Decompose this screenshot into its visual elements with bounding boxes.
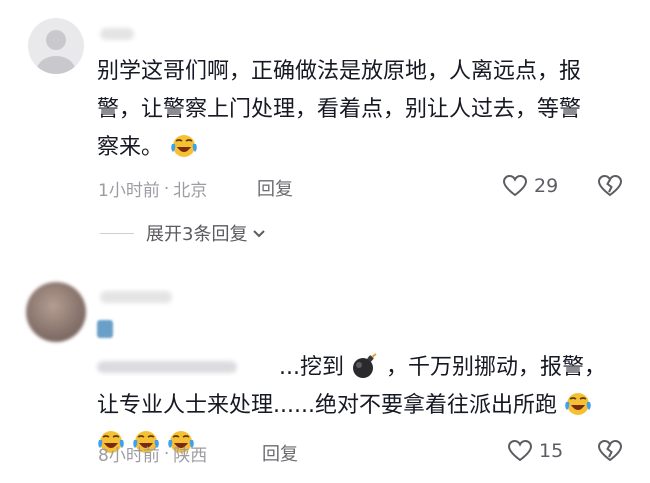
divider-line	[100, 232, 134, 234]
comment-line: 警，让警察上门处理，看着点，别让人过去，等警	[97, 97, 582, 122]
timestamp: 8小时前	[98, 446, 160, 466]
heart-outline-icon	[507, 439, 533, 462]
avatar[interactable]	[26, 282, 86, 342]
default-avatar-icon	[37, 30, 75, 74]
reply-button[interactable]: 回复	[262, 440, 298, 466]
reply-to-user-blurred[interactable]	[97, 311, 272, 387]
comment-1: 别学这哥们啊，正确做法是放原地，人离远点，报 警，让警察上门处理，看着点，别让人…	[0, 0, 650, 260]
bomb-emoji	[352, 353, 377, 378]
chevron-down-icon	[253, 230, 266, 238]
comment-text: 别学这哥们啊，正确做法是放原地，人离远点，报 警，让警察上门处理，看着点，别让人…	[97, 53, 637, 167]
like-count: 15	[539, 440, 564, 462]
reply-to-username-placeholder	[97, 361, 237, 373]
location: 北京	[173, 181, 208, 201]
expand-replies-button[interactable]: 展开3条回复	[100, 220, 267, 246]
reply-button[interactable]: 回复	[257, 175, 293, 201]
heart-outline-icon	[502, 174, 528, 197]
username-blurred[interactable]	[100, 28, 134, 40]
laugh-cry-emoji	[171, 135, 197, 157]
username-blurred[interactable]	[100, 291, 172, 303]
comment-line: 别学这哥们啊，正确做法是放原地，人离远点，报	[97, 59, 582, 84]
comment-line: ...挖到 ，千万别挪动，报警，	[97, 311, 637, 387]
broken-heart-icon	[597, 439, 623, 462]
expand-label: 展开3条回复	[146, 224, 248, 245]
dislike-button[interactable]	[597, 439, 623, 467]
comment-line: 察来。	[97, 129, 637, 167]
like-count: 29	[534, 175, 559, 197]
like-button[interactable]: 29	[502, 174, 558, 198]
comment-2: ...挖到 ，千万别挪动，报警， 让专业人士来处理......绝对不要拿着往派出…	[0, 260, 650, 483]
avatar[interactable]	[28, 18, 84, 74]
location: 陕西	[173, 446, 208, 466]
dislike-button[interactable]	[597, 174, 623, 202]
comment-line: 让专业人士来处理......绝对不要拿着往派出所跑	[97, 387, 637, 425]
separator-dot: ·	[163, 443, 170, 464]
comment-meta: 8小时前 · 陕西	[98, 441, 208, 467]
separator-dot: ·	[163, 178, 170, 199]
timestamp: 1小时前	[98, 181, 160, 201]
broken-heart-icon	[597, 174, 623, 197]
laugh-cry-emoji	[565, 393, 591, 415]
comment-meta: 1小时前 · 北京	[98, 176, 208, 202]
like-button[interactable]: 15	[507, 439, 563, 463]
user-badge-icon	[97, 320, 113, 338]
